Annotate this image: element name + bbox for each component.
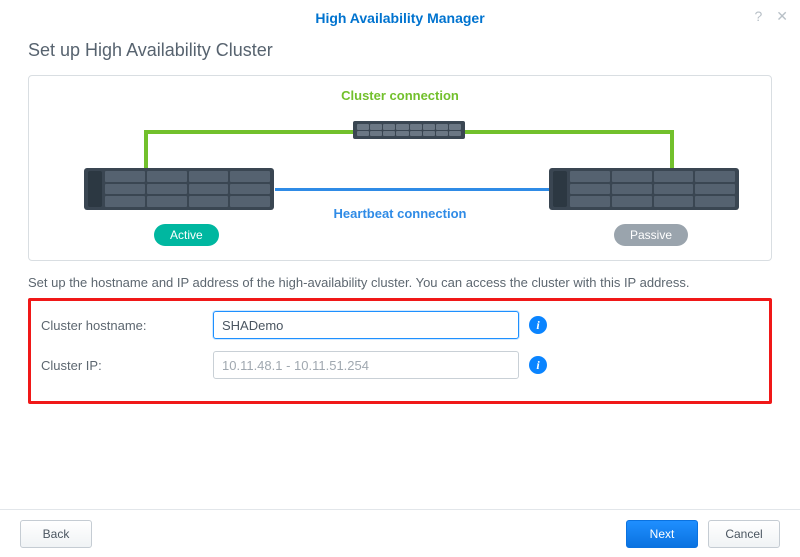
help-icon[interactable]: ? bbox=[754, 8, 762, 25]
cluster-line bbox=[464, 130, 674, 134]
cluster-hostname-input[interactable] bbox=[213, 311, 519, 339]
topology-diagram: Cluster connection bbox=[28, 75, 772, 261]
next-button[interactable]: Next bbox=[626, 520, 698, 548]
window-title: High Availability Manager bbox=[0, 10, 800, 26]
close-icon[interactable]: ✕ bbox=[776, 8, 788, 25]
cluster-line bbox=[144, 130, 148, 170]
info-icon[interactable]: i bbox=[529, 356, 547, 374]
back-button[interactable]: Back bbox=[20, 520, 92, 548]
window-header: High Availability Manager ? ✕ bbox=[0, 0, 800, 32]
footer-bar: Back Next Cancel bbox=[0, 509, 800, 557]
cancel-button[interactable]: Cancel bbox=[708, 520, 780, 548]
cluster-ip-label: Cluster IP: bbox=[41, 358, 213, 373]
active-server-icon bbox=[84, 168, 274, 210]
heartbeat-connection-label: Heartbeat connection bbox=[29, 206, 771, 221]
heartbeat-line bbox=[275, 188, 549, 191]
cluster-hostname-label: Cluster hostname: bbox=[41, 318, 213, 333]
form-highlight-box: Cluster hostname: i Cluster IP: i bbox=[28, 298, 772, 404]
passive-badge: Passive bbox=[614, 224, 688, 246]
cluster-connection-label: Cluster connection bbox=[29, 88, 771, 103]
cluster-line bbox=[670, 130, 674, 170]
instruction-text: Set up the hostname and IP address of th… bbox=[28, 275, 772, 290]
page-title: Set up High Availability Cluster bbox=[28, 40, 772, 61]
cluster-ip-input[interactable] bbox=[213, 351, 519, 379]
info-icon[interactable]: i bbox=[529, 316, 547, 334]
passive-server-icon bbox=[549, 168, 739, 210]
active-badge: Active bbox=[154, 224, 219, 246]
cluster-line bbox=[144, 130, 354, 134]
network-switch-icon bbox=[353, 121, 465, 139]
